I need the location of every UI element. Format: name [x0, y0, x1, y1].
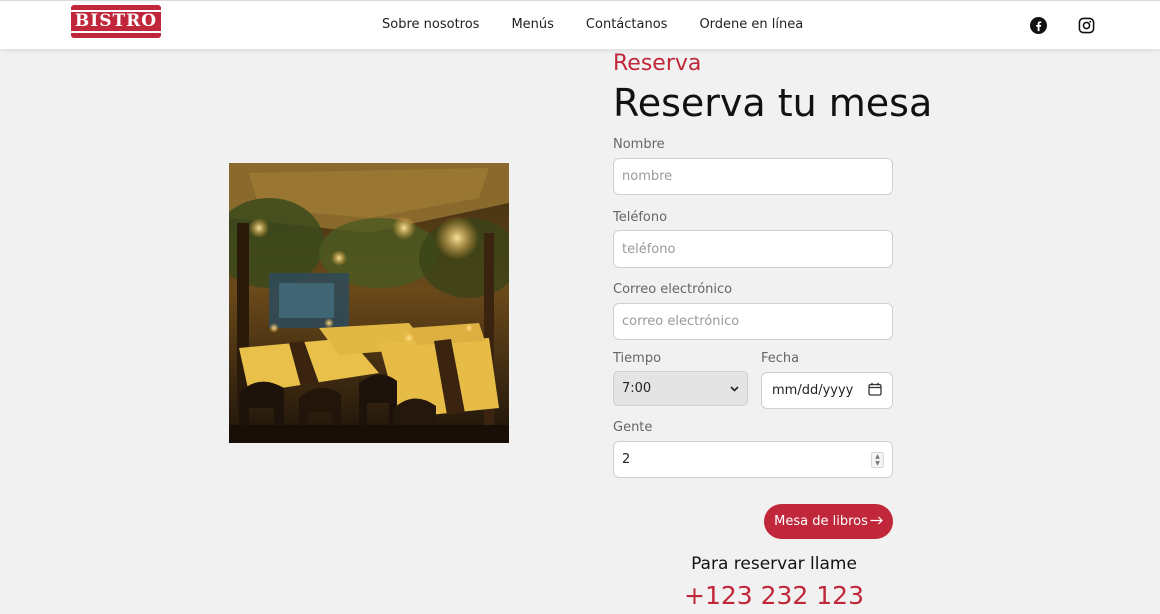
people-value: 2 — [622, 452, 631, 467]
call-to-reserve-label: Para reservar llame — [691, 554, 857, 574]
arrow-right-icon — [870, 514, 883, 529]
phone-input[interactable] — [613, 230, 893, 268]
nav-item-sobre-nosotros[interactable]: Sobre nosotros — [366, 17, 495, 33]
section-eyebrow: Reserva — [613, 51, 702, 76]
time-select-value: 7:00 — [622, 381, 652, 396]
nav-links: Sobre nosotros Menús Contáctanos Ordene … — [366, 17, 819, 33]
date-input-value: mm/dd/yyyy — [772, 383, 854, 398]
calendar-icon[interactable] — [868, 382, 882, 400]
top-navbar: BISTRO Sobre nosotros Menús Contáctanos … — [0, 0, 1160, 49]
bistro-logo[interactable]: BISTRO — [68, 5, 164, 38]
page-title: Reserva tu mesa — [613, 81, 933, 125]
time-label: Tiempo — [613, 351, 662, 366]
email-label: Correo electrónico — [613, 282, 733, 297]
book-table-button[interactable]: Mesa de libros — [764, 504, 893, 539]
facebook-icon[interactable] — [1028, 15, 1048, 35]
chevron-down-icon — [730, 381, 739, 396]
logo-text: BISTRO — [68, 10, 164, 33]
phone-label: Teléfono — [613, 210, 668, 225]
nav-item-menus[interactable]: Menús — [495, 17, 569, 33]
people-label: Gente — [613, 420, 653, 435]
nav-item-contactanos[interactable]: Contáctanos — [570, 17, 684, 33]
email-input[interactable] — [613, 303, 893, 340]
spinner-icon[interactable]: ▲ ▼ — [871, 451, 884, 468]
nav-item-ordene-en-linea[interactable]: Ordene en línea — [683, 17, 819, 33]
book-table-label: Mesa de libros — [774, 514, 868, 529]
phone-number[interactable]: +123 232 123 — [613, 580, 935, 612]
people-stepper[interactable]: 2 ▲ ▼ — [613, 441, 893, 478]
instagram-icon[interactable] — [1076, 15, 1096, 35]
date-label: Fecha — [761, 351, 800, 366]
date-input[interactable]: mm/dd/yyyy — [761, 372, 893, 409]
name-label: Nombre — [613, 137, 665, 152]
restaurant-photo — [229, 163, 509, 443]
name-input[interactable] — [613, 158, 893, 195]
time-select[interactable]: 7:00 — [613, 371, 748, 406]
